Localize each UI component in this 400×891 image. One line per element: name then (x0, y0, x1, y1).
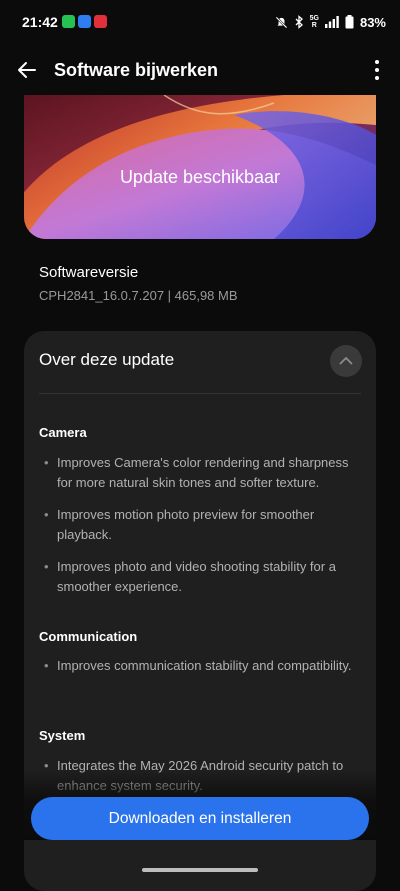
bluetooth-icon (295, 15, 303, 29)
more-vert-icon[interactable] (372, 58, 382, 82)
bullet: • (44, 455, 49, 470)
vpn-icon (94, 15, 107, 28)
download-install-button[interactable]: Downloaden en installeren (31, 797, 369, 840)
signal-icon (324, 16, 339, 28)
status-icons: 5G R 83% (275, 13, 386, 31)
arrow-left-icon[interactable] (14, 57, 40, 83)
status-time: 21:42 (22, 14, 58, 30)
card-divider (39, 393, 361, 394)
card-title: Over deze update (39, 350, 175, 369)
section-title-camera: Camera (39, 425, 87, 440)
list-item-text: Improves motion photo preview for smooth… (57, 507, 315, 542)
list-item: • Improves photo and video shooting stab… (44, 557, 362, 597)
bullet: • (44, 507, 49, 522)
software-version-label: Softwareversie (39, 264, 139, 281)
collapse-button[interactable] (330, 345, 362, 377)
list-item: • Improves Camera's color rendering and … (44, 453, 362, 493)
home-indicator[interactable] (142, 868, 258, 872)
app-icon (78, 15, 91, 28)
bullet: • (44, 658, 49, 673)
whatsapp-icon (62, 15, 75, 28)
software-version-value: CPH2841_16.0.7.207 | 465,98 MB (39, 288, 238, 303)
section-title-system: System (39, 728, 86, 743)
update-banner: Update beschikbaar (24, 95, 376, 239)
list-item: • Improves motion photo preview for smoo… (44, 505, 362, 545)
page-title: Software bijwerken (54, 60, 219, 80)
list-item: • Improves communication stability and c… (44, 656, 362, 676)
network-type-label: 5G (309, 15, 319, 22)
banner-title: Update beschikbaar (119, 167, 281, 187)
list-item-text: Improves photo and video shooting stabil… (57, 559, 336, 594)
battery-percent: 83% (359, 14, 386, 30)
chevron-up-icon (339, 357, 353, 365)
silent-icon (275, 16, 288, 28)
status-bar: 21:42 5G R 83% (0, 0, 400, 44)
app-bar: Software bijwerken (0, 52, 400, 90)
section-title-communication: Communication (39, 629, 138, 644)
list-item-text: Improves Camera's color rendering and sh… (57, 455, 349, 490)
list-item-text: Improves communication stability and com… (57, 658, 352, 673)
bullet: • (44, 559, 49, 574)
battery-icon (345, 15, 354, 29)
network-type: 5G R (309, 15, 319, 29)
